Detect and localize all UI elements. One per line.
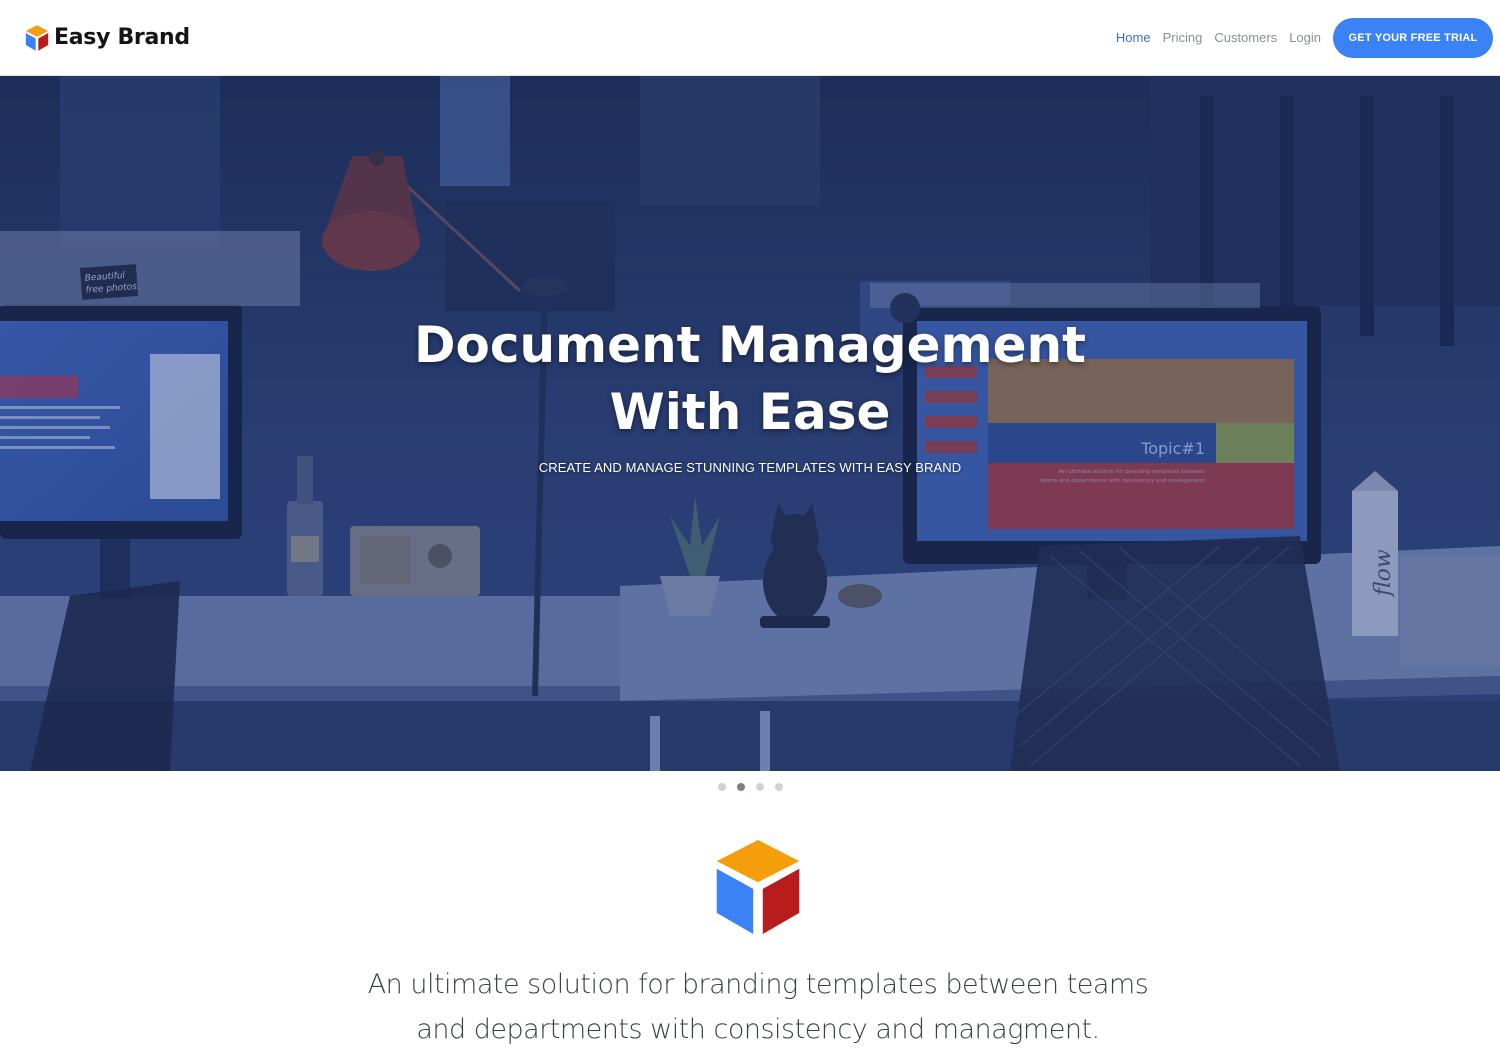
carousel-dot-2[interactable] bbox=[736, 783, 745, 791]
carousel-dot-1[interactable] bbox=[717, 783, 726, 791]
brand-name: Easy Brand bbox=[54, 25, 190, 50]
main-nav: Home Pricing Customers Login GET YOUR FR… bbox=[1104, 17, 1493, 58]
carousel-dot-3[interactable] bbox=[755, 783, 764, 791]
cube-logo-large-icon bbox=[716, 839, 800, 935]
carousel-indicators bbox=[0, 783, 1500, 791]
site-header: Easy Brand Home Pricing Customers Login … bbox=[0, 0, 1500, 76]
carousel-dot-4[interactable] bbox=[774, 783, 783, 791]
hero-subtitle: CREATE AND MANAGE STUNNING TEMPLATES WIT… bbox=[538, 460, 962, 475]
brand-logo-link[interactable]: Easy Brand bbox=[24, 24, 190, 52]
free-trial-button[interactable]: GET YOUR FREE TRIAL bbox=[1333, 17, 1493, 58]
intro-tagline: An ultimate solution for branding templa… bbox=[367, 969, 1149, 1045]
nav-link-home[interactable]: Home bbox=[1116, 30, 1151, 45]
cube-logo-icon bbox=[25, 24, 49, 51]
hero-content: Document Management With Ease CREATE AND… bbox=[0, 312, 1500, 475]
hero-title: Document Management With Ease bbox=[413, 316, 1087, 441]
nav-link-pricing[interactable]: Pricing bbox=[1163, 30, 1203, 45]
nav-link-login[interactable]: Login bbox=[1289, 30, 1321, 45]
hero-banner: Beautiful free photos. Topic#1 An ultima… bbox=[0, 76, 1500, 771]
nav-link-customers[interactable]: Customers bbox=[1214, 30, 1277, 45]
